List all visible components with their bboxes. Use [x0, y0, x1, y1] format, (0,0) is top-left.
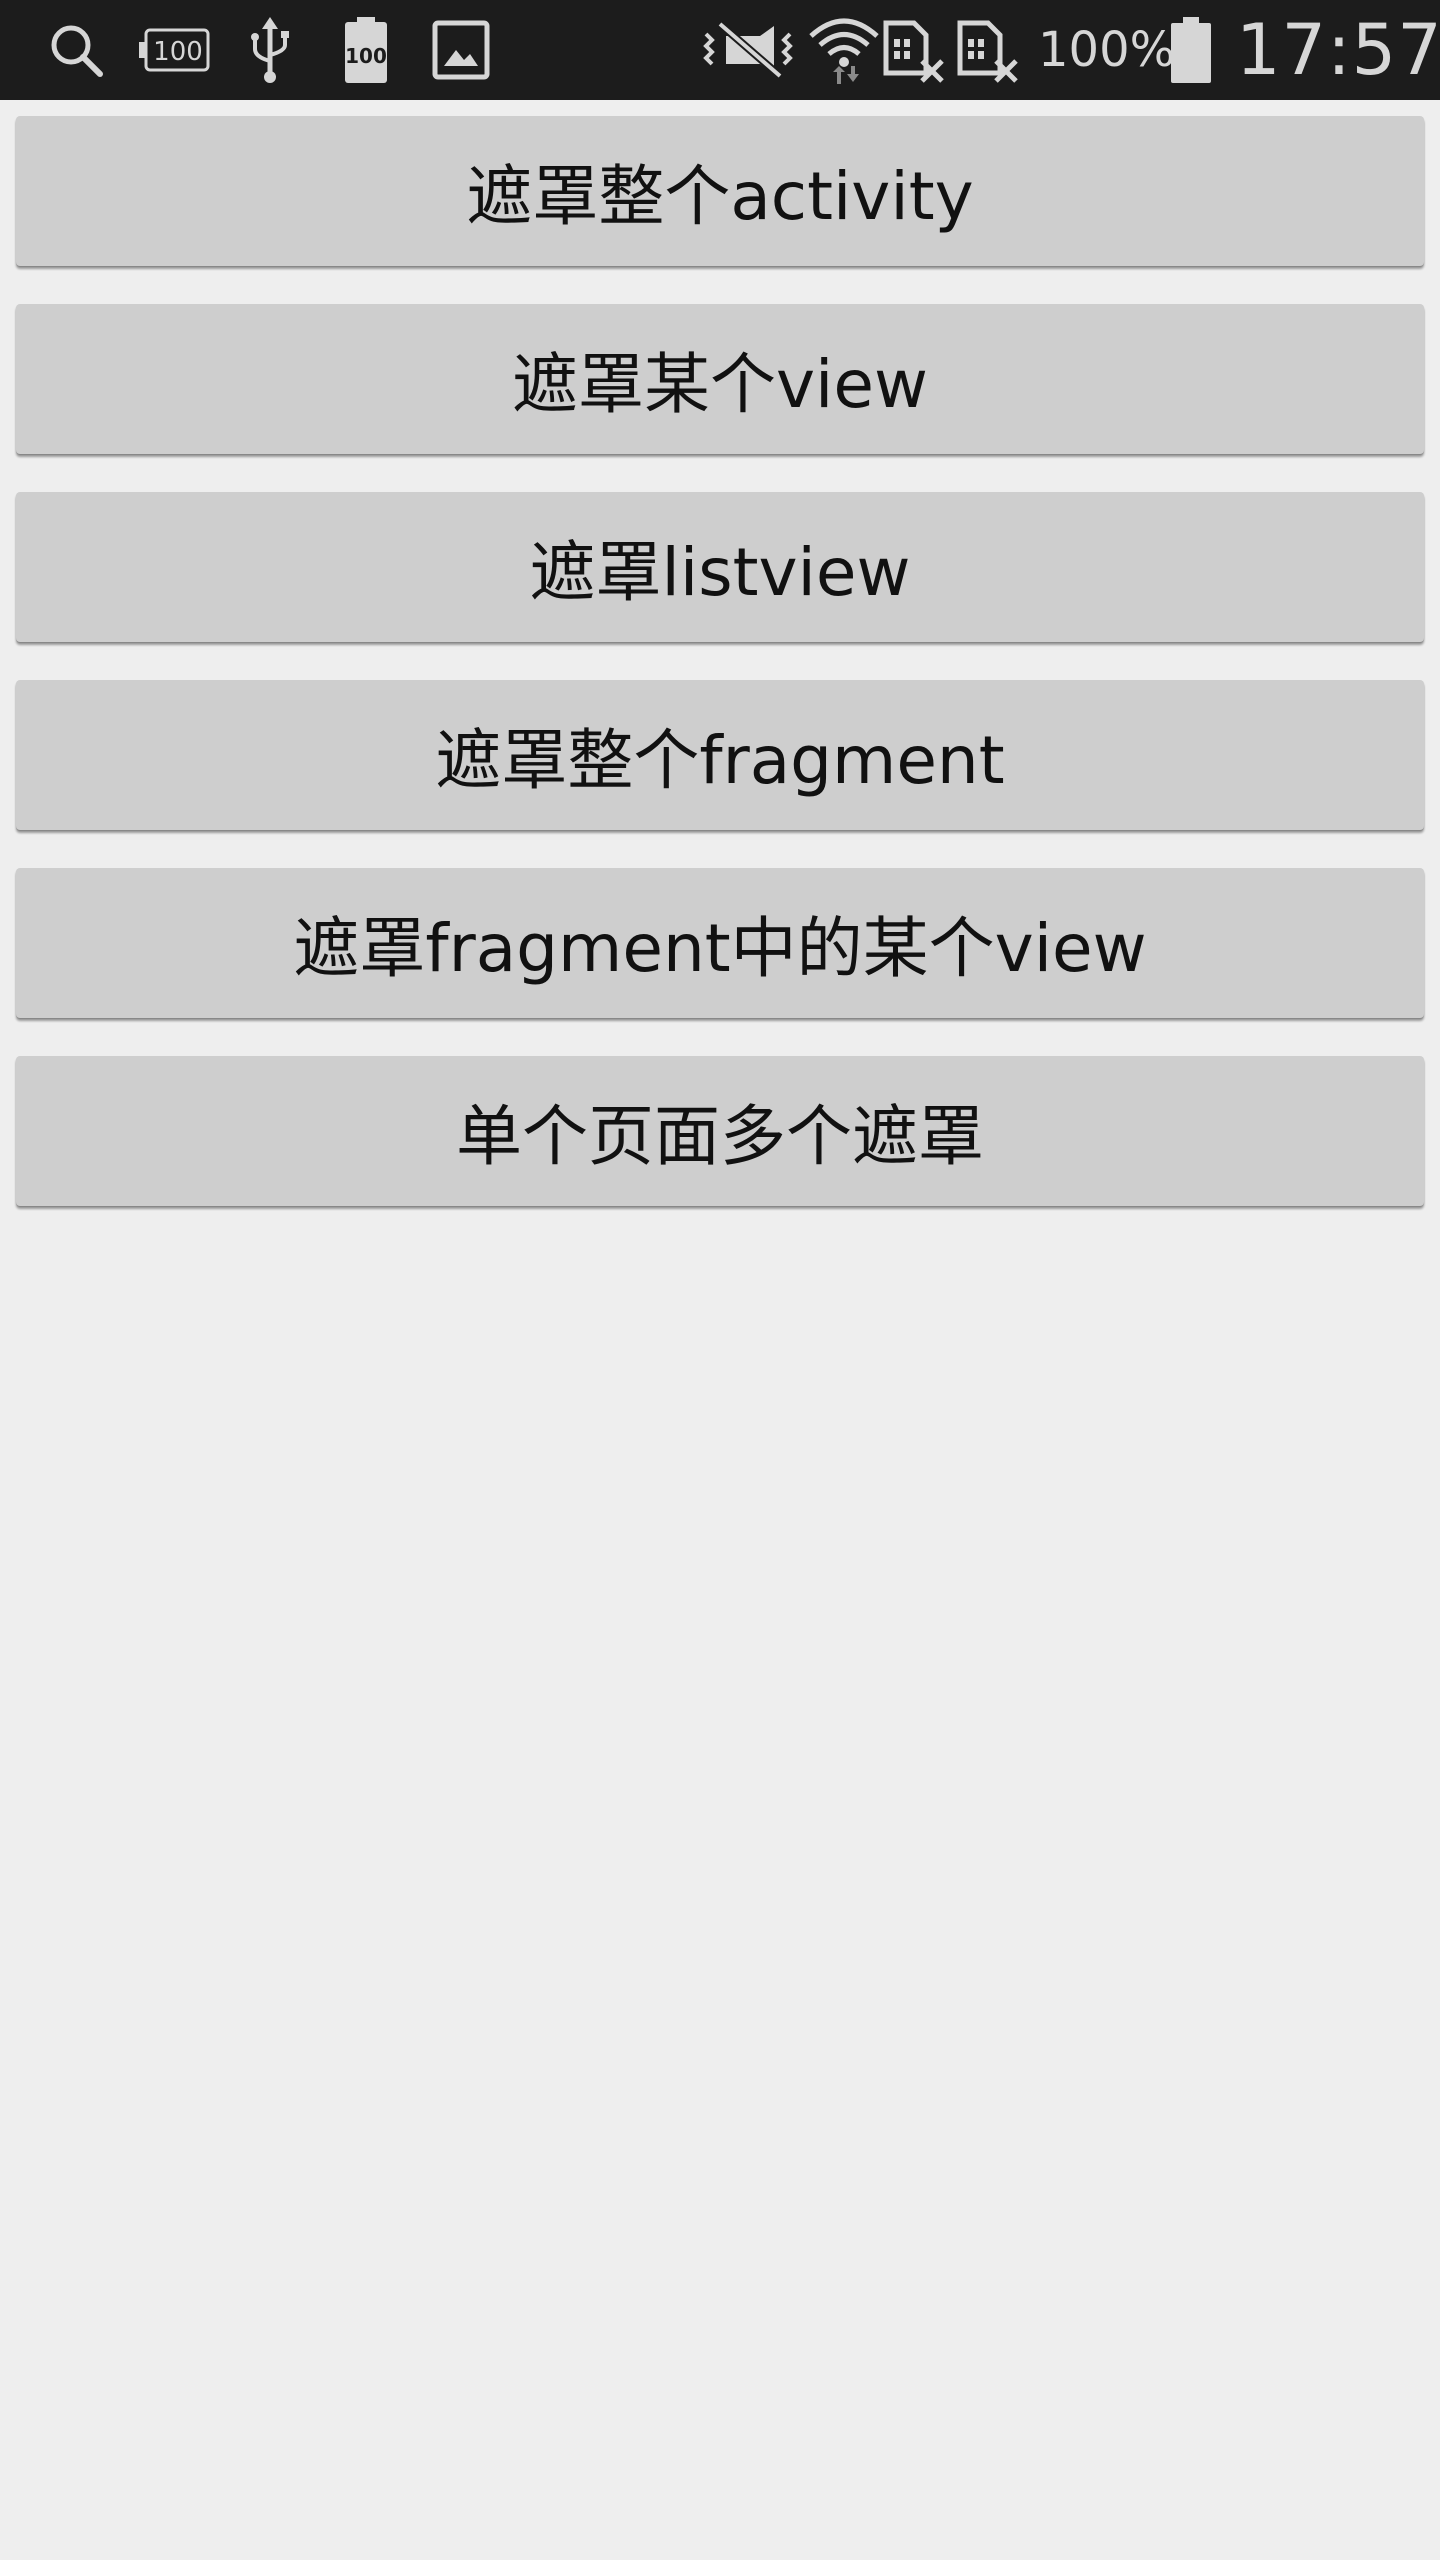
battery-percent: 100%	[1038, 22, 1176, 78]
mask-listview-button[interactable]: 遮罩listview	[16, 492, 1424, 642]
battery-100-icon: 100	[138, 0, 212, 100]
mask-single-view-button[interactable]: 遮罩某个view	[16, 304, 1424, 454]
battery-alt-label: 100	[345, 44, 387, 68]
search-icon	[44, 0, 108, 100]
mask-fragment-view-button[interactable]: 遮罩fragment中的某个view	[16, 868, 1424, 1018]
sim1-no-signal-icon	[882, 0, 948, 100]
image-icon	[430, 0, 492, 100]
multiple-masks-page-button[interactable]: 单个页面多个遮罩	[16, 1056, 1424, 1206]
status-bar: 100 100 100% 17:57	[0, 0, 1440, 100]
battery-icon	[1166, 0, 1216, 100]
mask-whole-activity-button[interactable]: 遮罩整个activity	[16, 116, 1424, 266]
battery-box-label: 100	[153, 37, 203, 67]
mask-whole-fragment-button[interactable]: 遮罩整个fragment	[16, 680, 1424, 830]
sim2-no-signal-icon	[956, 0, 1022, 100]
status-clock: 17:57	[1236, 9, 1440, 91]
usb-icon	[244, 0, 296, 100]
battery-alt-100-icon: 100	[340, 0, 392, 100]
wifi-icon	[806, 0, 882, 100]
vibrate-mute-icon	[700, 0, 796, 100]
